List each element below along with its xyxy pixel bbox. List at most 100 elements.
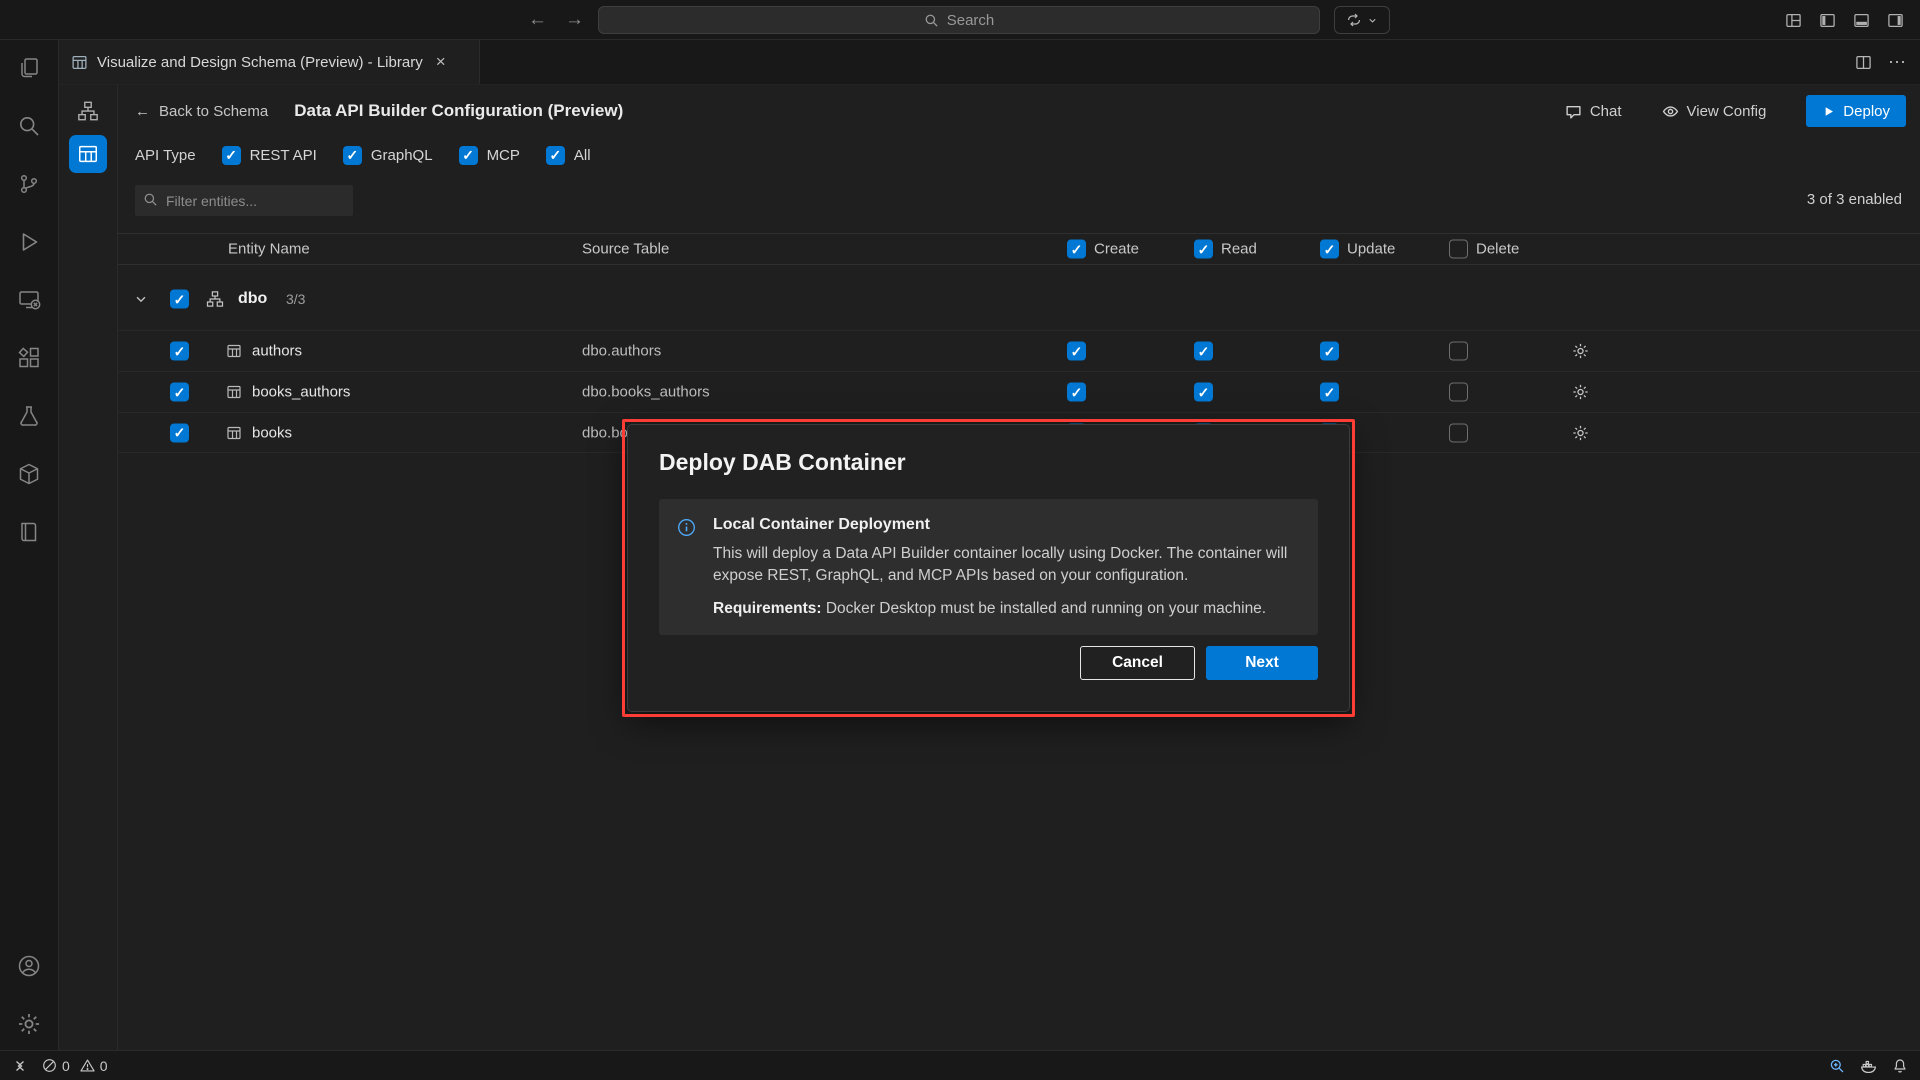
row-checkbox[interactable] (170, 383, 189, 402)
delete-checkbox[interactable] (1449, 383, 1468, 402)
account-icon[interactable] (17, 954, 41, 978)
split-editor-icon[interactable] (1855, 54, 1872, 71)
page-title: Data API Builder Configuration (Preview) (294, 101, 623, 121)
row-settings-gear-icon[interactable] (1572, 343, 1589, 360)
table-row[interactable]: authors dbo.authors (118, 330, 1920, 371)
next-button[interactable]: Next (1206, 646, 1318, 680)
tab-title: Visualize and Design Schema (Preview) - … (97, 54, 423, 71)
read-checkbox[interactable] (1194, 342, 1213, 361)
copilot-icon (1346, 12, 1362, 28)
delete-checkbox[interactable] (1449, 342, 1468, 361)
row-settings-gear-icon[interactable] (1572, 384, 1589, 401)
row-checkbox[interactable] (170, 423, 189, 442)
entity-name: books_authors (252, 384, 350, 401)
table-designer-view-icon[interactable] (69, 135, 107, 173)
notifications-bell-icon[interactable] (1892, 1058, 1908, 1074)
enabled-summary: 3 of 3 enabled (1807, 191, 1902, 208)
titlebar: ← → Search (0, 0, 1920, 40)
settings-gear-icon[interactable] (17, 1012, 41, 1036)
back-to-schema-button[interactable]: ← Back to Schema (135, 103, 268, 120)
info-heading: Local Container Deployment (713, 516, 1298, 534)
deploy-button[interactable]: Deploy (1806, 95, 1906, 127)
docker-icon[interactable] (1860, 1057, 1877, 1074)
info-icon (677, 518, 696, 635)
entity-table-header: Entity Name Source Table Create Read Upd… (118, 233, 1920, 265)
entity-filter (135, 185, 353, 216)
cancel-button[interactable]: Cancel (1080, 646, 1195, 680)
entity-name: books (252, 424, 292, 441)
chat-button[interactable]: Chat (1565, 103, 1622, 120)
schema-icon (206, 290, 224, 308)
schema-group-row[interactable]: dbo 3/3 (118, 279, 1920, 319)
api-type-filter-row: API Type REST API GraphQL MCP All (118, 137, 1920, 173)
api-type-all[interactable]: All (546, 146, 591, 165)
schema-visualizer-view-icon[interactable] (69, 93, 107, 129)
view-config-button[interactable]: View Config (1662, 103, 1767, 120)
warnings-icon (80, 1058, 95, 1073)
source-control-icon[interactable] (17, 172, 41, 196)
create-all-checkbox[interactable] (1067, 240, 1086, 259)
problems-status[interactable]: 0 0 (42, 1058, 108, 1074)
group-count: 3/3 (286, 291, 305, 307)
customize-layout-icon[interactable] (1785, 12, 1802, 29)
row-settings-gear-icon[interactable] (1572, 424, 1589, 441)
testing-icon[interactable] (17, 404, 41, 428)
column-source-table: Source Table (582, 241, 669, 258)
delete-all-checkbox[interactable] (1449, 240, 1468, 259)
editor-header: ← Back to Schema Data API Builder Config… (118, 85, 1920, 137)
mcp-checkbox[interactable] (459, 146, 478, 165)
update-checkbox[interactable] (1320, 342, 1339, 361)
entity-filter-input[interactable] (135, 185, 353, 216)
read-checkbox[interactable] (1194, 383, 1213, 402)
chevron-down-icon[interactable] (134, 292, 148, 306)
read-all-checkbox[interactable] (1194, 240, 1213, 259)
update-all-checkbox[interactable] (1320, 240, 1339, 259)
toggle-secondary-sidebar-icon[interactable] (1887, 12, 1904, 29)
table-row[interactable]: books_authors dbo.books_authors (118, 371, 1920, 412)
remote-indicator-icon[interactable] (12, 1058, 28, 1074)
extensions-icon[interactable] (17, 346, 41, 370)
history-back-button[interactable]: ← (528, 9, 547, 31)
table-icon (226, 384, 242, 400)
zoom-icon[interactable] (1829, 1058, 1845, 1074)
warnings-count: 0 (100, 1058, 108, 1074)
api-type-label: API Type (135, 147, 196, 164)
update-checkbox[interactable] (1320, 383, 1339, 402)
info-requirements: Requirements: Docker Desktop must be ins… (713, 600, 1298, 618)
remote-explorer-icon[interactable] (17, 288, 41, 312)
command-center-search[interactable]: Search (598, 6, 1320, 34)
toggle-sidebar-icon[interactable] (1819, 12, 1836, 29)
view-bar (59, 85, 118, 1050)
history-forward-button[interactable]: → (565, 9, 584, 31)
api-type-mcp[interactable]: MCP (459, 146, 520, 165)
api-type-graphql[interactable]: GraphQL (343, 146, 433, 165)
tab-schema-designer[interactable]: Visualize and Design Schema (Preview) - … (59, 40, 480, 84)
notebook-icon[interactable] (17, 520, 41, 544)
all-checkbox[interactable] (546, 146, 565, 165)
toggle-panel-icon[interactable] (1853, 12, 1870, 29)
group-name: dbo (238, 290, 267, 308)
api-type-rest[interactable]: REST API (222, 146, 317, 165)
tab-close-icon[interactable]: × (436, 52, 446, 72)
copilot-menu-button[interactable] (1334, 6, 1390, 34)
graphql-checkbox[interactable] (343, 146, 362, 165)
group-checkbox[interactable] (170, 290, 189, 309)
rest-api-checkbox[interactable] (222, 146, 241, 165)
search-view-icon[interactable] (17, 114, 41, 138)
delete-checkbox[interactable] (1449, 423, 1468, 442)
column-create: Create (1094, 241, 1139, 258)
errors-icon (42, 1058, 57, 1073)
filter-search-icon (143, 192, 158, 207)
explorer-icon[interactable] (17, 56, 41, 80)
row-checkbox[interactable] (170, 342, 189, 361)
entity-source: dbo.books_authors (582, 384, 710, 401)
package-icon[interactable] (17, 462, 41, 486)
run-debug-icon[interactable] (17, 230, 41, 254)
more-actions-icon[interactable]: ⋯ (1888, 52, 1906, 73)
vscode-window: ← → Search Visualize and Design Schema (… (0, 0, 1920, 1080)
eye-icon (1662, 103, 1679, 120)
create-checkbox[interactable] (1067, 342, 1086, 361)
create-checkbox[interactable] (1067, 383, 1086, 402)
info-body: This will deploy a Data API Builder cont… (713, 543, 1298, 588)
status-bar: 0 0 (0, 1050, 1920, 1080)
